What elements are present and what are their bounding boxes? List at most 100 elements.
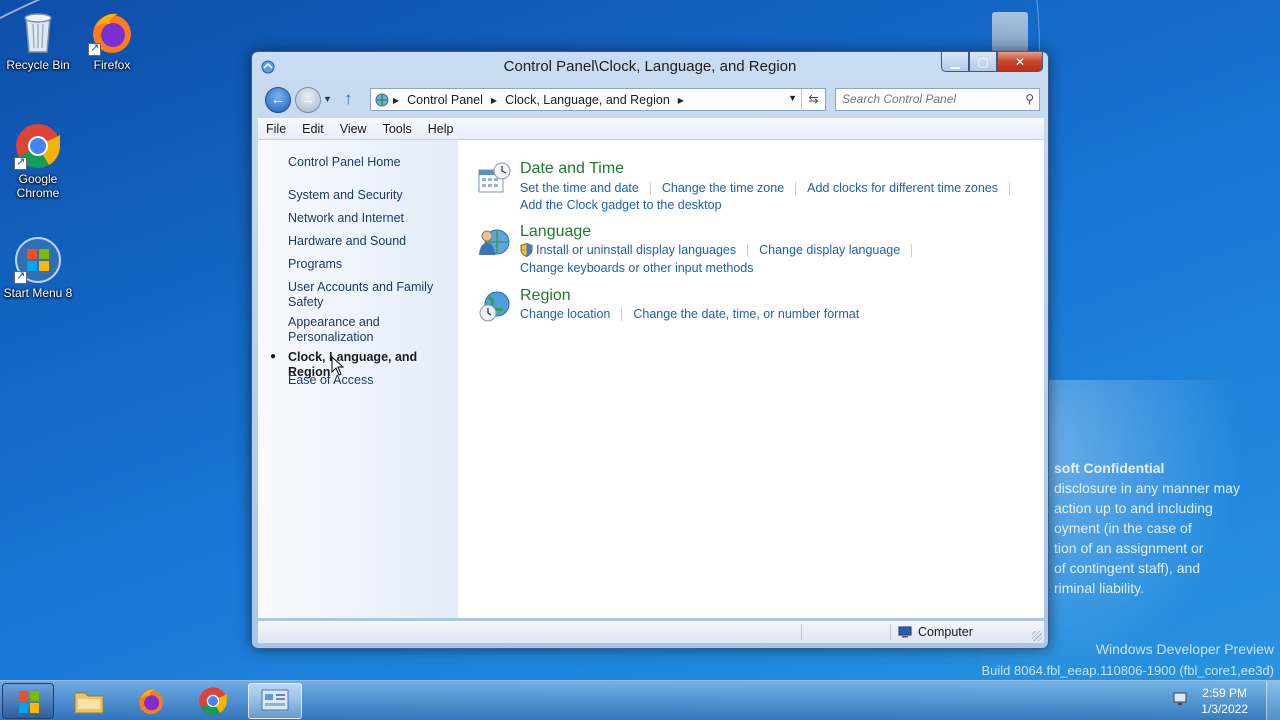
caption-buttons: ▁ ▢ ✕ (941, 52, 1043, 72)
uac-shield-icon (520, 242, 533, 258)
taskbar-clock[interactable]: 2:59 PM 1/3/2022 (1201, 685, 1248, 717)
minimize-icon: ▁ (950, 54, 960, 69)
task-link-change-keyboards[interactable]: Change keyboards or other input methods (520, 261, 753, 275)
confidential-watermark: soft Confidential disclosure in any mann… (1054, 458, 1240, 598)
desktop-icon-label: Google Chrome (16, 172, 60, 200)
back-button[interactable]: ← (265, 87, 291, 113)
status-divider (890, 624, 891, 640)
task-link-install-uninstall-languages[interactable]: Install or uninstall display languages (536, 243, 736, 257)
search-box[interactable]: ⚲ (835, 88, 1040, 111)
task-link-add-clock-gadget[interactable]: Add the Clock gadget to the desktop (520, 198, 722, 212)
control-panel-window[interactable]: Control Panel\Clock, Language, and Regio… (251, 51, 1049, 649)
status-zone-label: Computer (918, 625, 973, 639)
status-divider (801, 624, 802, 640)
breadcrumb-control-panel[interactable]: Control Panel (407, 93, 483, 107)
task-separator (649, 181, 651, 195)
confidential-line: disclosure in any manner may (1054, 480, 1240, 496)
task-separator (1009, 181, 1010, 195)
recent-pages-dropdown-icon[interactable]: ▼ (323, 94, 332, 104)
menu-edit[interactable]: Edit (294, 118, 332, 139)
start-button[interactable] (2, 683, 54, 719)
back-arrow-icon: ← (270, 91, 286, 108)
chevron-right-icon[interactable]: ▶ (678, 96, 684, 105)
category-title[interactable]: Date and Time (520, 160, 624, 178)
confidential-line: riminal liability. (1054, 580, 1144, 596)
minimize-button[interactable]: ▁ (941, 52, 969, 72)
window-title: Control Panel\Clock, Language, and Regio… (503, 58, 797, 75)
menu-help[interactable]: Help (420, 118, 462, 139)
chrome-icon (14, 122, 62, 170)
clock-time: 2:59 PM (1202, 686, 1247, 700)
task-row: Change keyboards or other input methods (520, 261, 753, 275)
address-dropdown-icon[interactable]: ▼ (788, 93, 797, 103)
task-link-change-display-language[interactable]: Change display language (759, 243, 900, 257)
task-link-change-location[interactable]: Change location (520, 307, 610, 321)
task-row: Change location Change the date, time, o… (520, 307, 859, 321)
taskbar-firefox[interactable] (124, 683, 178, 719)
close-button[interactable]: ✕ (997, 52, 1043, 72)
nav-control-panel-home[interactable]: Control Panel Home (288, 155, 453, 170)
confidential-line: action up to and including (1054, 500, 1213, 516)
left-navigation-pane: Control Panel Home System and Security N… (258, 140, 458, 618)
taskbar-explorer[interactable] (62, 683, 116, 719)
network-tray-icon[interactable] (1172, 691, 1188, 707)
task-link-add-clocks[interactable]: Add clocks for different time zones (807, 181, 998, 195)
language-people-globe-icon (477, 225, 511, 259)
chevron-right-icon[interactable]: ▶ (491, 96, 497, 105)
confidential-line: of contingent staff), and (1054, 560, 1201, 576)
nav-hardware-and-sound[interactable]: Hardware and Sound (288, 234, 453, 249)
menu-view[interactable]: View (332, 118, 375, 139)
chevron-right-icon[interactable]: ▶ (393, 96, 399, 105)
menu-file[interactable]: File (258, 118, 294, 139)
title-bar[interactable]: Control Panel\Clock, Language, and Regio… (252, 52, 1048, 82)
folder-icon (74, 692, 104, 714)
resize-grip-icon[interactable] (1032, 631, 1042, 641)
up-arrow-icon[interactable]: ↑ (344, 89, 353, 109)
shortcut-arrow-icon (14, 269, 27, 284)
task-row: Install or uninstall display languages C… (520, 242, 923, 258)
content-area: Control Panel Home System and Security N… (258, 140, 1044, 618)
desktop-icon-recycle-bin[interactable]: Recycle Bin (0, 8, 76, 72)
nav-network-and-internet[interactable]: Network and Internet (288, 211, 453, 226)
windows-logo-icon (19, 691, 39, 713)
taskbar-chrome[interactable] (186, 683, 240, 719)
menu-bar: File Edit View Tools Help (258, 118, 1044, 140)
task-link-set-time-and-date[interactable]: Set the time and date (520, 181, 639, 195)
task-separator (911, 243, 913, 257)
windows-orb-icon (14, 236, 62, 284)
desktop-icon-firefox[interactable]: Firefox (74, 8, 150, 72)
forward-button[interactable]: → (295, 87, 321, 113)
task-separator (621, 307, 623, 321)
calendar-clock-icon (477, 162, 511, 196)
status-zone: Computer (898, 625, 973, 639)
control-panel-address-icon (374, 92, 390, 108)
category-title[interactable]: Region (520, 287, 571, 305)
close-icon: ✕ (1014, 54, 1026, 69)
address-bar[interactable]: ▶ Control Panel ▶ Clock, Language, and R… (370, 88, 826, 111)
show-desktop-button[interactable] (1266, 681, 1280, 720)
menu-tools[interactable]: Tools (375, 118, 420, 139)
search-icon[interactable]: ⚲ (1025, 92, 1034, 106)
desktop-icon-google-chrome[interactable]: Google Chrome (0, 122, 76, 200)
search-input[interactable] (842, 92, 1012, 106)
nav-appearance-and-personalization[interactable]: Appearance and Personalization (288, 315, 408, 345)
desktop-icon-start-menu-8[interactable]: Start Menu 8 (0, 236, 76, 300)
nav-ease-of-access[interactable]: Ease of Access (288, 373, 453, 388)
category-title[interactable]: Language (520, 223, 591, 241)
task-link-change-time-zone[interactable]: Change the time zone (662, 181, 784, 195)
nav-programs[interactable]: Programs (288, 257, 453, 272)
taskbar-control-panel[interactable] (248, 683, 302, 719)
maximize-icon: ▢ (977, 54, 989, 69)
breadcrumb-clock-language-region[interactable]: Clock, Language, and Region (505, 93, 670, 107)
maximize-button[interactable]: ▢ (969, 52, 997, 72)
firefox-icon (139, 689, 163, 715)
task-link-change-date-time-number-format[interactable]: Change the date, time, or number format (633, 307, 859, 321)
refresh-button[interactable]: ⇆ (801, 89, 825, 110)
status-bar: Computer (258, 620, 1044, 643)
nav-user-accounts-and-family-safety[interactable]: User Accounts and Family Safety (288, 280, 438, 310)
task-row: Add the Clock gadget to the desktop (520, 198, 722, 212)
nav-system-and-security[interactable]: System and Security (288, 188, 453, 203)
desktop-icon-label: Firefox (93, 58, 131, 72)
clock-date: 1/3/2022 (1201, 702, 1248, 716)
task-row: Set the time and date Change the time zo… (520, 181, 1021, 195)
